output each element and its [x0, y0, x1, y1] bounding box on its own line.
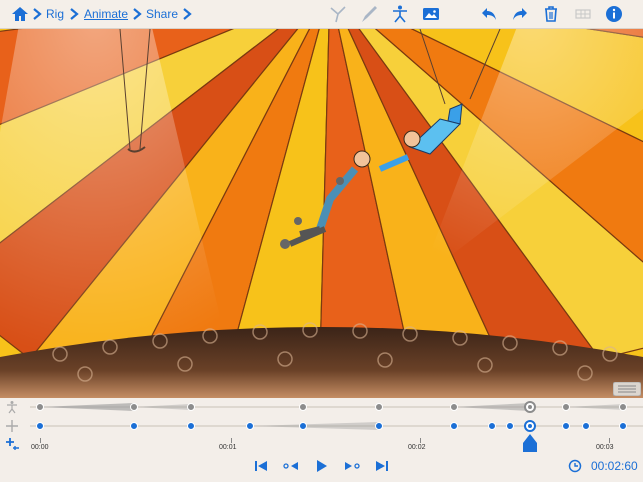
circus-scene — [0, 29, 643, 399]
breadcrumb-share[interactable]: Share — [146, 0, 178, 28]
bone-select-icon[interactable] — [328, 4, 348, 24]
animation-stage[interactable] — [0, 29, 643, 399]
add-keyframe-icon[interactable] — [5, 437, 21, 451]
timeline-panel: 00:00 00:01 00:02 00:03 00:02:60 — [0, 398, 643, 482]
chevron-right-icon — [183, 8, 192, 20]
time-label-0: 00:00 — [31, 444, 49, 451]
timeline-toggle-handle[interactable] — [613, 382, 641, 396]
current-time: 00:02:60 — [591, 459, 638, 473]
redo-icon[interactable] — [510, 4, 530, 24]
next-frame-icon[interactable] — [343, 458, 361, 474]
playhead-marker[interactable] — [521, 434, 539, 454]
top-toolbar: Rig Animate Share — [0, 0, 643, 29]
home-icon[interactable] — [10, 4, 30, 24]
keyframe-tracks[interactable] — [30, 398, 643, 438]
move-track-icon — [6, 420, 18, 432]
skip-to-start-icon[interactable] — [252, 458, 270, 474]
timeline-tick — [420, 438, 421, 443]
timeline-tick — [231, 438, 232, 443]
info-icon[interactable] — [604, 4, 624, 24]
previous-frame-icon[interactable] — [282, 458, 300, 474]
image-icon[interactable] — [421, 4, 441, 24]
grid-icon[interactable] — [573, 4, 593, 24]
timeline-tick — [609, 438, 610, 443]
time-label-2: 00:02 — [408, 444, 426, 451]
time-label-1: 00:01 — [219, 444, 237, 451]
breadcrumb-animate[interactable]: Animate — [84, 0, 128, 28]
stick-figure-icon[interactable] — [390, 4, 410, 24]
chevron-right-icon — [33, 8, 42, 20]
stick-figure-track-icon — [7, 401, 17, 414]
brush-icon[interactable] — [359, 4, 379, 24]
skip-to-end-icon[interactable] — [373, 458, 391, 474]
time-label-3: 00:03 — [596, 444, 614, 451]
chevron-right-icon — [133, 8, 142, 20]
breadcrumb-rig[interactable]: Rig — [46, 0, 64, 28]
timeline-tick — [40, 438, 41, 443]
chevron-right-icon — [70, 8, 79, 20]
clock-icon[interactable] — [568, 459, 582, 473]
undo-icon[interactable] — [479, 4, 499, 24]
trash-icon[interactable] — [541, 4, 561, 24]
play-icon[interactable] — [312, 458, 330, 474]
